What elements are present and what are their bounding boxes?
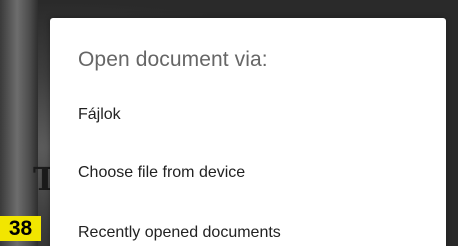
dialog-title: Open document via: [78, 48, 268, 71]
screen: T Open document via: Fájlok Choose file … [0, 0, 467, 246]
background-streak [0, 0, 38, 246]
right-edge [458, 0, 467, 246]
page-number-badge: 38 [0, 216, 41, 241]
option-choose-file-from-device[interactable]: Choose file from device [78, 164, 245, 182]
option-recently-opened-documents[interactable]: Recently opened documents [78, 224, 281, 242]
open-document-dialog: Open document via: Fájlok Choose file fr… [50, 18, 446, 246]
option-files[interactable]: Fájlok [78, 106, 121, 124]
